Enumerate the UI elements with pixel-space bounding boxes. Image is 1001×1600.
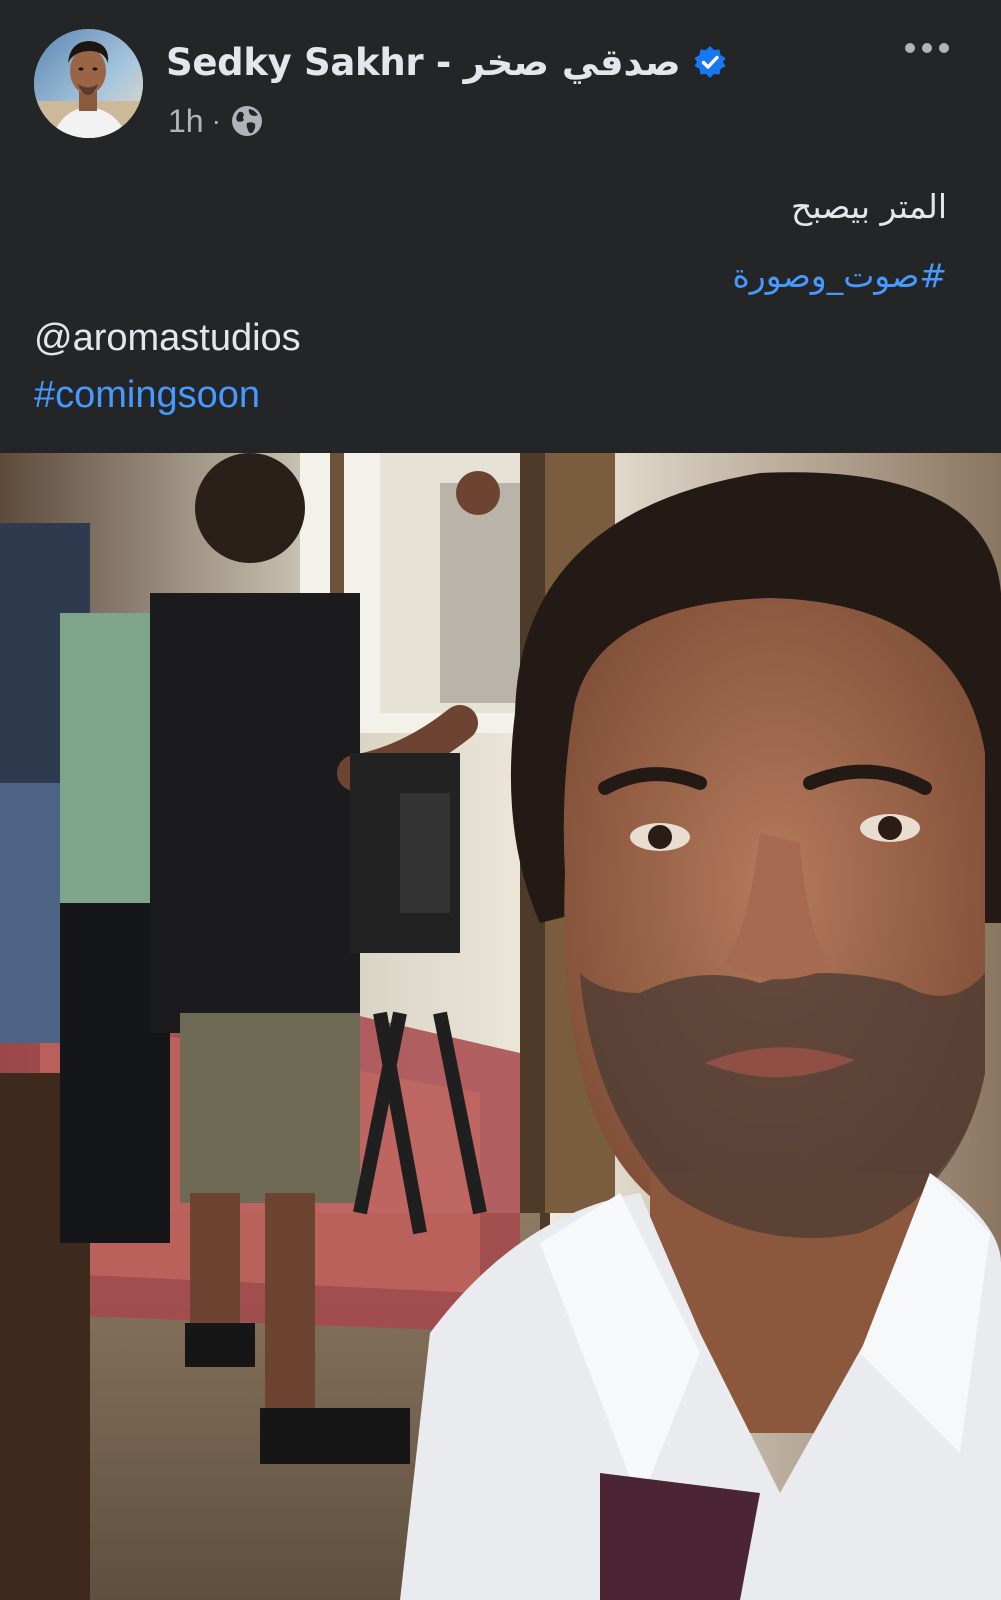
author-line: Sedky Sakhr - صدقي صخر bbox=[166, 40, 727, 84]
post-timestamp[interactable]: 1h bbox=[168, 103, 204, 140]
verified-badge-icon bbox=[693, 45, 727, 79]
globe-icon[interactable] bbox=[230, 104, 264, 138]
post-header: Sedky Sakhr - صدقي صخر 1h · bbox=[0, 0, 1001, 150]
post-meta: 1h · bbox=[168, 101, 264, 141]
hashtag-link-arabic[interactable]: #صوت_وصورة bbox=[732, 256, 947, 295]
more-horizontal-icon bbox=[905, 43, 949, 53]
post-photo-image bbox=[0, 453, 1001, 1600]
post-text-line: المتر بيصبح bbox=[791, 187, 947, 226]
author-name[interactable]: Sedky Sakhr - صدقي صخر bbox=[166, 41, 681, 84]
mention-link[interactable]: @aromastudios bbox=[34, 317, 301, 360]
avatar[interactable] bbox=[34, 29, 143, 138]
meta-separator: · bbox=[211, 105, 221, 136]
hashtag-link-comingsoon[interactable]: #comingsoon bbox=[34, 374, 260, 417]
post-photo[interactable] bbox=[0, 453, 1001, 1600]
post-card: Sedky Sakhr - صدقي صخر 1h · المتر بيصبح … bbox=[0, 0, 1001, 1600]
more-options-button[interactable] bbox=[898, 30, 956, 66]
avatar-image bbox=[34, 29, 143, 138]
